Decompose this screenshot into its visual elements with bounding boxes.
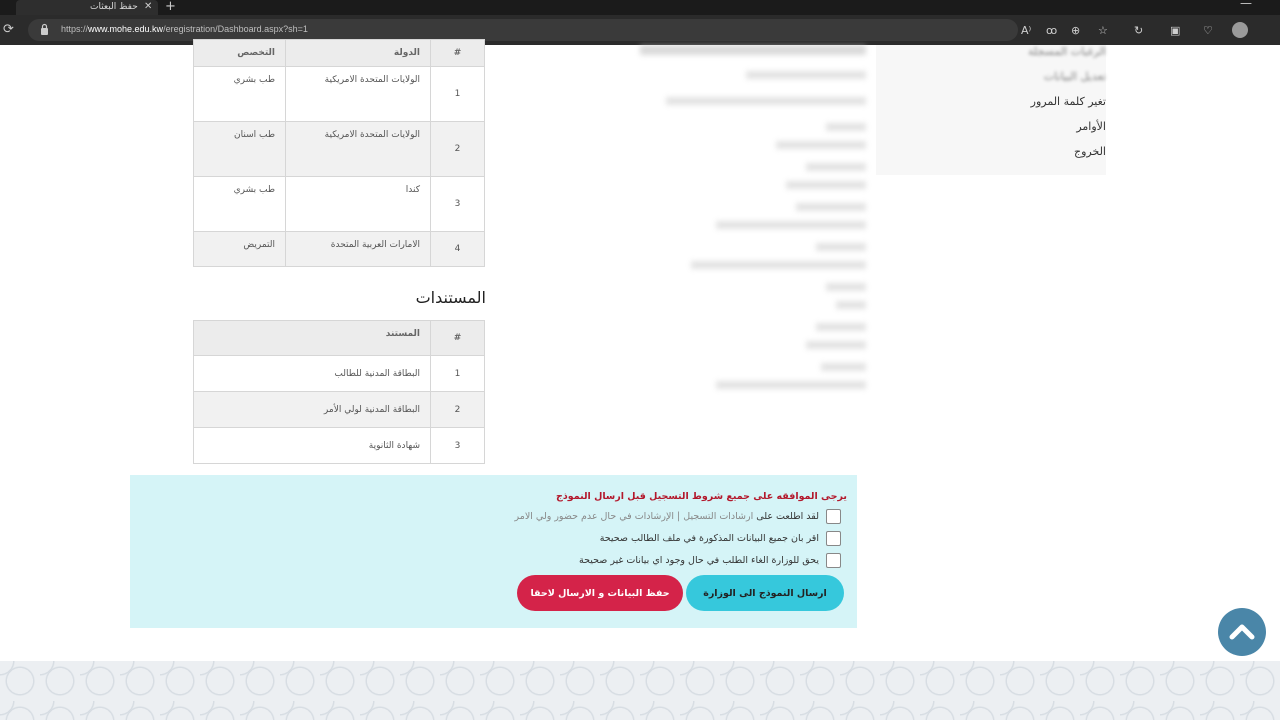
row-major: طب بشري [193,176,286,232]
cancel-right-checkbox[interactable] [826,553,841,568]
wishes-table: # الدولة التخصص 1 الولايات المتحدة الامر… [193,39,485,267]
document-link[interactable]: البطاقة المدنية لولي الأمر [193,391,431,428]
column-header-number: # [430,320,485,356]
lock-icon [41,23,48,35]
documents-title: المستندات [415,288,486,307]
reload-icon[interactable]: ⟳ [3,22,14,37]
collections-icon[interactable]: ♡ [1203,24,1213,37]
tab-close-icon[interactable]: ✕ [144,1,152,12]
browser-address-bar: ⟳ https://www.mohe.edu.kw/eregistration/… [0,15,1280,45]
documents-table: # المستند 1 البطاقة المدنية للطالب 2 الب… [193,320,485,464]
sidebar-item-edit-data[interactable]: تعديل البيانات [926,70,1106,83]
row-number: 2 [430,121,485,177]
table-row: 2 البطاقة المدنية لولي الأمر [193,391,485,428]
send-to-ministry-button[interactable]: ارسال النموذج الى الوزارة [686,575,844,611]
url-text: https://www.mohe.edu.kw/eregistration/Da… [61,24,308,34]
table-row: 1 البطاقة المدنية للطالب [193,355,485,392]
tab-title: حفظ البعثات [90,2,138,12]
save-and-send-later-button[interactable]: حفظ البيانات و الارسال لاحقا [517,575,683,611]
sidebar-item-change-password[interactable]: تغير كلمة المرور [926,95,1106,108]
new-tab-button[interactable]: + [165,0,176,14]
document-link[interactable]: شهادة الثانوية [193,427,431,464]
document-link[interactable]: البطاقة المدنية للطالب [193,355,431,392]
column-header-document: المستند [193,320,431,356]
consent-heading: يرجى الموافقه على جميع شروط التسجيل قبل … [556,491,847,502]
row-number: 4 [430,231,485,267]
sidebar-menu: الرغبات المسجلة تعديل البيانات تغير كلمة… [876,45,1106,175]
data-correct-checkbox[interactable] [826,531,841,546]
consent-item-data-correct: اقر بان جميع البيانات المذكورة في ملف ال… [461,531,841,547]
cancel-right-label: يحق للوزارة الغاء الطلب في حال وجود اي ب… [579,555,819,566]
favorite-star-icon[interactable]: ☆ [1098,24,1108,37]
immersive-reader-icon[interactable]: ꝏ [1046,24,1057,37]
row-number: 1 [430,66,485,122]
row-country: الولايات المتحدة الامريكية [285,121,431,177]
browser-tab-bar: حفظ البعثات ✕ + — [0,0,1280,15]
table-row: 2 الولايات المتحدة الامريكية طب اسنان [193,121,485,177]
chevron-up-icon [1229,624,1255,640]
guidelines-checkbox[interactable] [826,509,841,524]
row-country: كندا [285,176,431,232]
data-correct-label: اقر بان جميع البيانات المذكورة في ملف ال… [599,533,819,544]
browser-tab[interactable]: حفظ البعثات ✕ [16,0,158,15]
zoom-icon[interactable]: ⊕ [1071,24,1080,37]
profile-avatar[interactable] [1232,22,1248,38]
redacted-student-info [630,45,866,445]
row-major: طب بشري [193,66,286,122]
sidebar-item-orders[interactable]: الأوامر [926,120,1106,133]
row-number: 2 [430,391,485,428]
table-header-row: # الدولة التخصص [193,39,485,67]
sidebar-item-logout[interactable]: الخروج [926,145,1106,158]
page-content: # الدولة التخصص 1 الولايات المتحدة الامر… [0,39,1280,720]
row-number: 1 [430,355,485,392]
column-header-major: التخصص [193,39,286,67]
column-header-country: الدولة [285,39,431,67]
decorative-footer-pattern [0,661,1280,720]
sidebar-item-registered-wishes[interactable]: الرغبات المسجلة [926,45,1106,58]
row-major: طب اسنان [193,121,286,177]
scroll-to-top-button[interactable] [1218,608,1266,656]
row-country: الامارات العربية المتحدة [285,231,431,267]
row-country: الولايات المتحدة الامريكية [285,66,431,122]
table-row: 1 الولايات المتحدة الامريكية طب بشري [193,66,485,122]
window-minimize-button[interactable]: — [1240,0,1252,10]
table-row: 3 شهادة الثانوية [193,427,485,464]
read-aloud-icon[interactable]: A⁾ [1021,24,1031,37]
row-number: 3 [430,176,485,232]
table-row: 3 كندا طب بشري [193,176,485,232]
table-header-row: # المستند [193,320,485,356]
guidelines-label: لقد اطلعت على ارشادات التسجيل | الإرشادا… [514,511,819,522]
guidelines-link[interactable]: ارشادات التسجيل [683,511,753,522]
row-major: التمريض [193,231,286,267]
column-header-number: # [430,39,485,67]
refresh-extension-icon[interactable]: ↻ [1134,24,1143,37]
row-number: 3 [430,427,485,464]
table-row: 4 الامارات العربية المتحدة التمريض [193,231,485,267]
url-field[interactable]: https://www.mohe.edu.kw/eregistration/Da… [28,19,1018,41]
consent-item-cancel-right: يحق للوزارة الغاء الطلب في حال وجود اي ب… [461,553,841,569]
consent-panel: يرجى الموافقه على جميع شروط التسجيل قبل … [130,475,857,628]
split-screen-icon[interactable]: ▣ [1170,24,1180,37]
consent-item-guidelines: لقد اطلعت على ارشادات التسجيل | الإرشادا… [461,509,841,525]
